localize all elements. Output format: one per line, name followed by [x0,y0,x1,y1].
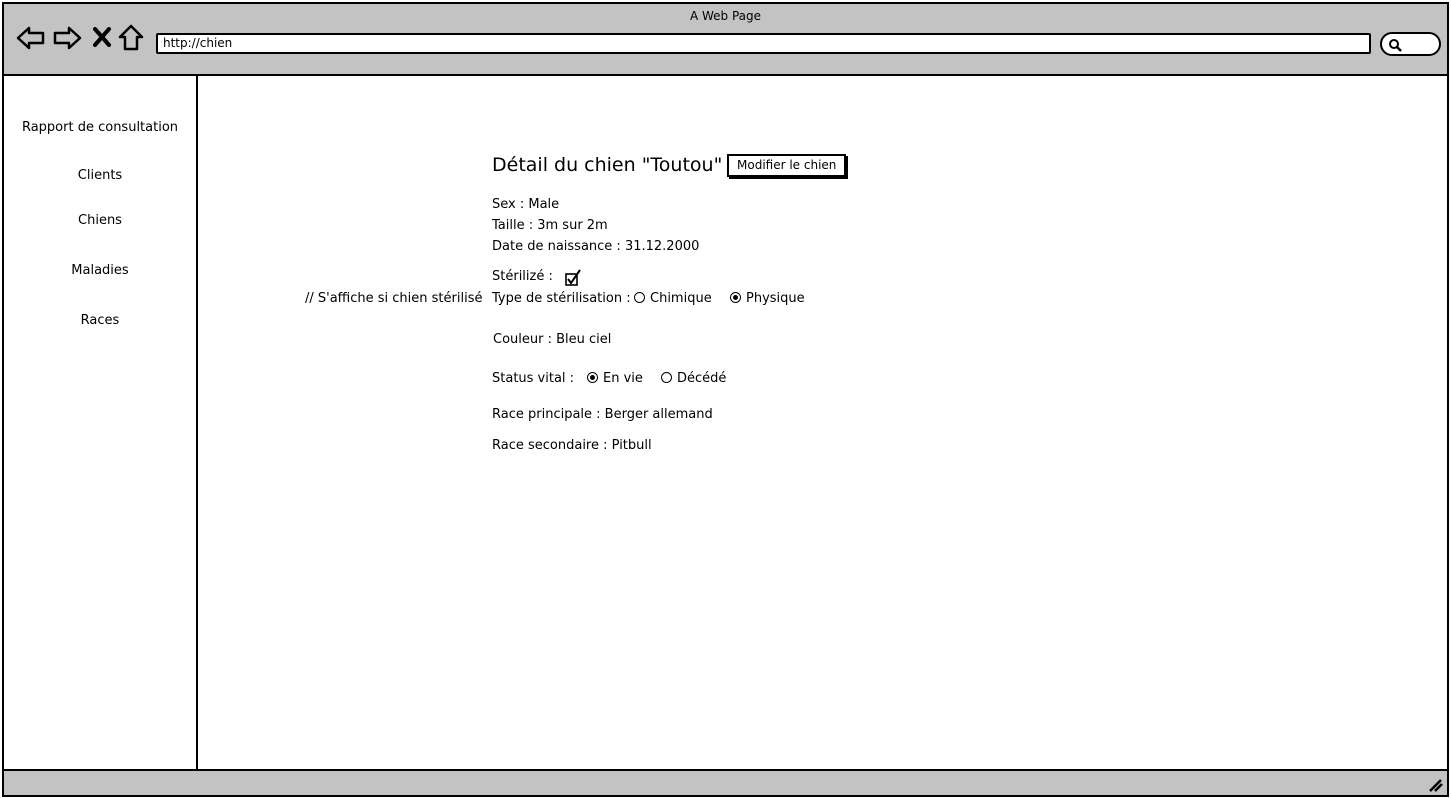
status-bar [4,769,1447,795]
sidebar-item-maladies[interactable]: Maladies [4,263,196,278]
radio-chimique[interactable]: Chimique [634,291,712,306]
radio-label: Décédé [677,371,727,386]
vital-status-label: Status vital : [492,371,575,386]
forward-arrow-icon[interactable] [52,25,82,55]
radio-physique[interactable]: Physique [730,291,805,306]
sidebar-item-chiens[interactable]: Chiens [4,213,196,228]
radio-decede[interactable]: Décédé [661,371,726,386]
radio-label: En vie [603,371,643,386]
radio-label: Physique [746,291,805,306]
radio-label: Chimique [650,291,712,306]
sterilization-type-label: Type de stérilisation : [492,291,631,306]
sidebar-item-rapport-de-consultation[interactable]: Rapport de consultation [4,120,196,135]
radio-button[interactable] [587,372,598,383]
search-icon [1389,39,1402,52]
size-field: Taille : 3m sur 2m [492,218,608,233]
main-breed-field: Race principale : Berger allemand [492,407,713,422]
sidebar: Rapport de consultation Clients Chiens M… [4,76,198,769]
radio-button[interactable] [634,292,645,303]
sterilized-label: Stérilizé : [492,269,553,284]
radio-en-vie[interactable]: En vie [587,371,643,386]
secondary-breed-field: Race secondaire : Pitbull [492,438,652,453]
checkmark-icon [565,269,581,286]
radio-button[interactable] [661,372,672,383]
stop-icon[interactable] [93,27,111,51]
url-input[interactable]: http://chien [156,33,1371,54]
color-field: Couleur : Bleu ciel [493,332,612,347]
sterilized-checkbox[interactable] [564,269,582,291]
home-icon[interactable] [118,24,144,56]
back-arrow-icon[interactable] [16,25,46,55]
sex-field: Sex : Male [492,197,560,212]
page-title: Détail du chien "Toutou" [492,154,723,176]
sidebar-item-races[interactable]: Races [4,313,196,328]
radio-button[interactable] [730,292,741,303]
sidebar-item-clients[interactable]: Clients [4,168,196,183]
edit-dog-button[interactable]: Modifier le chien [727,154,847,177]
search-field[interactable] [1380,32,1441,56]
resize-grip-icon[interactable] [1427,777,1443,796]
main-content: Détail du chien "Toutou" Modifier le chi… [198,76,1447,769]
birthdate-field: Date de naissance : 31.12.2000 [492,239,700,254]
sterilized-note: // S'affiche si chien stérilisé [305,291,483,306]
browser-window: A Web Page http://chien Rapport de consu… [2,2,1449,797]
window-title: A Web Page [689,9,762,23]
browser-chrome: A Web Page http://chien [4,4,1447,76]
